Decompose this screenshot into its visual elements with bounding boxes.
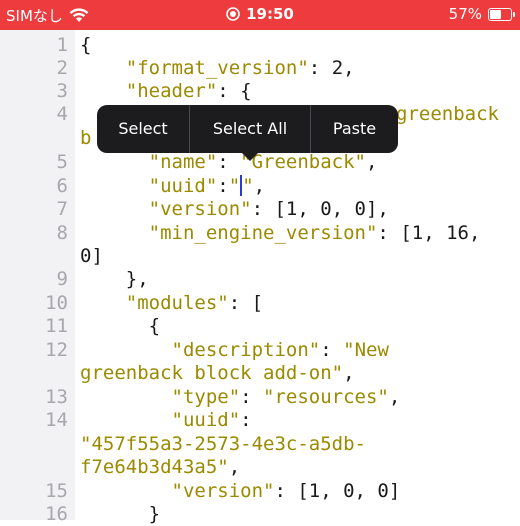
code-token: [1, 0, 0], bbox=[274, 198, 389, 220]
line-number: 16 bbox=[45, 503, 68, 525]
code-token: 2, bbox=[331, 57, 355, 79]
code-token: "min_engine_version" bbox=[148, 222, 378, 244]
code-token: "description" bbox=[171, 339, 321, 361]
code-token: "header" bbox=[125, 80, 218, 102]
code-token: "name" bbox=[148, 151, 218, 173]
status-right: 57% bbox=[448, 5, 515, 23]
code-token: }, bbox=[125, 268, 149, 290]
code-token: greenback bbox=[396, 103, 499, 125]
status-bar: SIMなし 19:50 57% bbox=[0, 0, 520, 30]
line-number: 1 bbox=[56, 34, 68, 56]
battery-icon bbox=[488, 7, 515, 21]
line-number: 14 bbox=[45, 409, 68, 431]
code-token: greenback block add-on" bbox=[80, 362, 344, 384]
code-line: "version": [1, 0, 0] bbox=[171, 480, 401, 502]
status-center: 19:50 bbox=[0, 5, 520, 23]
code-line: "description": "New bbox=[171, 339, 389, 361]
code-token: { bbox=[80, 34, 92, 56]
line-number: 8 bbox=[56, 222, 68, 244]
edit-context-menu: Select Select All Paste bbox=[97, 105, 398, 161]
code-line: { bbox=[80, 34, 91, 57]
code-token: "version" bbox=[171, 480, 275, 502]
code-token: " bbox=[242, 175, 254, 197]
code-token: [ bbox=[251, 292, 264, 314]
code-line: b bbox=[80, 127, 91, 150]
code-token: } bbox=[148, 503, 161, 525]
code-token: " bbox=[228, 175, 241, 197]
code-line: "type": "resources", bbox=[171, 386, 401, 408]
clock: 19:50 bbox=[246, 5, 294, 23]
code-line: }, bbox=[80, 268, 149, 291]
code-line: "version": [1, 0, 0], bbox=[148, 198, 389, 220]
line-number: 3 bbox=[56, 80, 68, 102]
code-line: "header": { bbox=[125, 80, 252, 102]
code-line: "modules": [ bbox=[125, 292, 264, 314]
select-button[interactable]: Select bbox=[97, 105, 189, 153]
code-token: "New bbox=[343, 339, 389, 361]
code-token: [1, 0, 0] bbox=[297, 480, 401, 502]
line-number: 10 bbox=[45, 292, 68, 314]
line-number: 5 bbox=[56, 151, 68, 173]
code-token: "uuid" bbox=[148, 175, 218, 197]
code-token: 0] bbox=[80, 245, 103, 267]
code-token: f7e64b3d43a5" bbox=[80, 456, 229, 478]
line-number: 6 bbox=[56, 175, 68, 197]
code-line: "457f55a3-2573-4e3c-a5db- bbox=[80, 433, 366, 456]
code-token: "uuid" bbox=[171, 409, 241, 431]
code-line: "uuid":" ", bbox=[148, 175, 266, 197]
line-number: 4 bbox=[56, 103, 68, 125]
code-token: "type" bbox=[171, 386, 241, 408]
line-number: 12 bbox=[45, 339, 68, 361]
line-number: 13 bbox=[45, 386, 68, 408]
code-token: "format_version" bbox=[125, 57, 309, 79]
select-all-button[interactable]: Select All bbox=[190, 105, 310, 153]
menu-pointer-arrow bbox=[241, 152, 259, 161]
line-number: 15 bbox=[45, 480, 68, 502]
screen-recording-icon bbox=[226, 7, 240, 21]
code-line: { bbox=[80, 315, 160, 338]
code-token: "modules" bbox=[125, 292, 229, 314]
code-token: "resources" bbox=[263, 386, 389, 408]
code-line: "uuid": bbox=[171, 409, 252, 431]
paste-button[interactable]: Paste bbox=[311, 105, 398, 153]
code-line: } bbox=[80, 503, 160, 526]
code-token: b bbox=[80, 127, 92, 149]
code-line: 0] bbox=[80, 245, 103, 268]
code-line: f7e64b3d43a5", bbox=[80, 456, 241, 478]
battery-fill bbox=[490, 9, 502, 19]
code-token: "version" bbox=[148, 198, 252, 220]
code-token: { bbox=[240, 80, 252, 102]
line-number: 7 bbox=[56, 198, 68, 220]
code-editor[interactable]: 1 2 3 4 5 6 7 8 9 10 11 12 13 14 15 16 {… bbox=[0, 30, 520, 525]
code-line: "name": "Greenback", bbox=[148, 151, 378, 173]
line-number: 11 bbox=[45, 315, 68, 337]
line-number: 2 bbox=[56, 57, 68, 79]
code-token: "457f55a3-2573-4e3c-a5db- bbox=[80, 433, 366, 455]
code-line: "format_version": 2, bbox=[125, 57, 355, 79]
battery-percentage: 57% bbox=[448, 5, 482, 23]
code-token: { bbox=[148, 315, 161, 337]
code-line: greenback bbox=[396, 103, 499, 126]
code-token: [1, 16, bbox=[400, 222, 481, 244]
code-line: greenback block add-on", bbox=[80, 362, 355, 384]
line-number: 9 bbox=[56, 268, 68, 290]
code-token: "Greenback" bbox=[240, 151, 367, 173]
code-line: "min_engine_version": [1, 16, bbox=[148, 222, 481, 244]
